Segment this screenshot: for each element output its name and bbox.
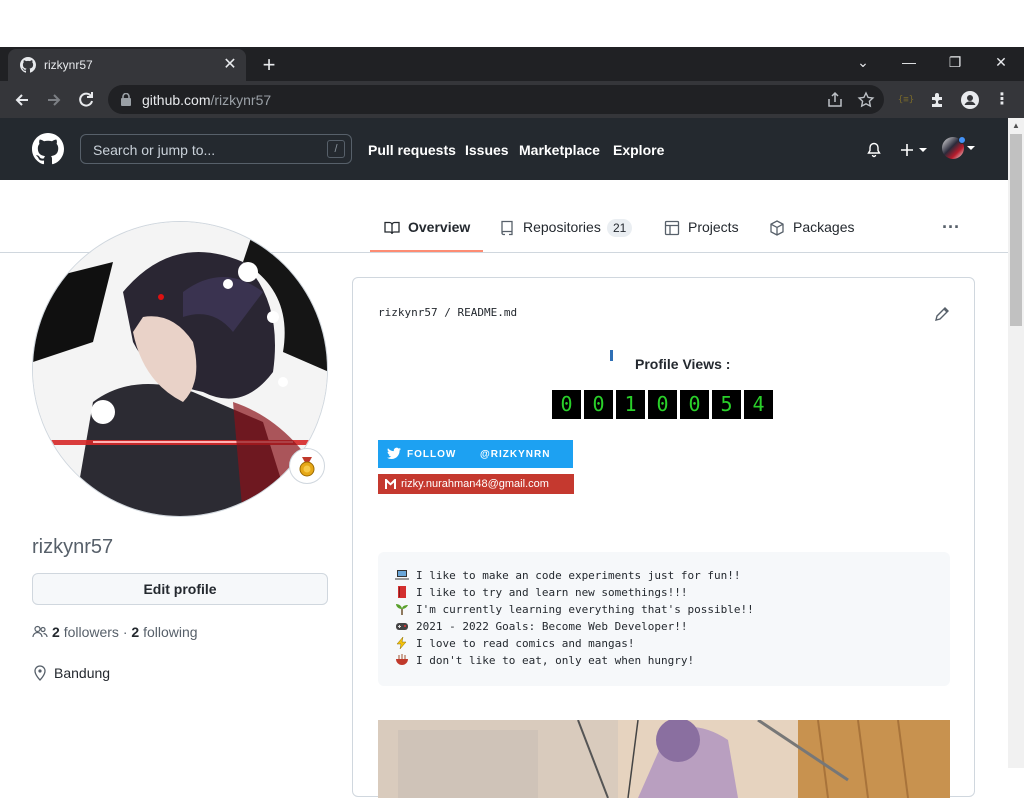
tab-overview-label: Overview	[408, 219, 471, 235]
profile-avatar[interactable]	[32, 221, 328, 517]
twitter-bird-icon	[387, 447, 401, 459]
browser-tab[interactable]: rizkynr57 ✕	[8, 49, 246, 81]
red-book-icon	[398, 586, 406, 598]
github-favicon-icon	[20, 57, 36, 73]
code-line: 2021 - 2022 Goals: Become Web Developer!…	[416, 620, 688, 633]
tab-packages-label: Packages	[793, 219, 855, 235]
readme-banner-image	[378, 720, 950, 798]
counter-digit: 5	[712, 390, 741, 419]
repositories-count-badge: 21	[607, 219, 633, 237]
restore-icon[interactable]: ❐	[932, 47, 978, 77]
chrome-menu-icon[interactable]: ⋮	[992, 90, 1012, 110]
counter-digit: 0	[680, 390, 709, 419]
book-icon	[384, 221, 400, 235]
active-tab-underline	[370, 250, 483, 252]
nav-marketplace[interactable]: Marketplace	[519, 142, 600, 158]
followers-link[interactable]: 2 followers	[52, 624, 119, 640]
url-text: github.com/rizkynr57	[142, 92, 272, 108]
edit-pencil-icon[interactable]	[933, 305, 951, 323]
readme-path-file[interactable]: README.md	[457, 306, 517, 319]
avatar-illustration	[33, 222, 327, 516]
profile-location: Bandung	[32, 665, 110, 681]
status-dot-icon	[958, 136, 966, 144]
nav-explore[interactable]: Explore	[613, 142, 664, 158]
code-line: I love to read comics and mangas!	[416, 637, 635, 650]
code-line: I don't like to eat, only eat when hungr…	[416, 654, 695, 667]
github-logo-icon[interactable]	[32, 133, 64, 165]
tab-title: rizkynr57	[44, 58, 93, 72]
package-icon	[770, 220, 784, 236]
gmail-icon	[385, 479, 396, 489]
about-code-block: I like to make an code experiments just …	[378, 552, 950, 686]
repo-icon	[501, 220, 513, 236]
readme-card: rizkynr57 / README.md Profile Views : 0 …	[352, 277, 975, 798]
profile-views-label: Profile Views :	[635, 356, 731, 372]
readme-path-user[interactable]: rizkynr57	[378, 306, 438, 319]
people-icon	[32, 625, 48, 638]
code-line: I like to try and learn new somethings!!…	[416, 586, 688, 599]
new-tab-icon[interactable]: +	[256, 52, 282, 78]
location-pin-icon	[34, 665, 46, 681]
share-icon[interactable]	[826, 91, 844, 109]
tab-projects-label: Projects	[688, 219, 739, 235]
twitter-follow-badge[interactable]: FOLLOW @RIZKYNRN	[378, 440, 573, 468]
medal-icon	[299, 457, 315, 477]
project-table-icon	[664, 220, 680, 236]
readme-path: rizkynr57 / README.md	[378, 306, 518, 319]
twitter-handle: @RIZKYNRN	[480, 449, 551, 460]
follow-stats: 2 followers · 2 following	[32, 624, 198, 640]
extensions-puzzle-icon[interactable]	[928, 90, 948, 110]
edit-profile-button[interactable]: Edit profile	[32, 573, 328, 605]
tab-repositories-label: Repositories	[523, 219, 601, 235]
notifications-bell-icon[interactable]	[866, 142, 882, 158]
profile-username: rizkynr57	[32, 536, 114, 558]
lightning-icon	[396, 637, 407, 649]
search-shortcut-key: /	[327, 140, 345, 158]
counter-digit: 4	[744, 390, 773, 419]
counter-digit: 0	[584, 390, 613, 419]
screen-top-blank	[0, 0, 1024, 47]
browser-toolbar: github.com/rizkynr57 {≡} ⋮	[0, 81, 1024, 118]
achievement-badge[interactable]	[289, 448, 325, 484]
gmail-badge[interactable]: rizky.nurahman48@gmail.com	[378, 474, 574, 494]
create-new-plus-icon[interactable]	[899, 142, 929, 158]
github-header: Search or jump to... / Pull requests Iss…	[0, 118, 1008, 180]
search-placeholder: Search or jump to...	[93, 142, 216, 158]
nav-pull-requests[interactable]: Pull requests	[368, 142, 456, 158]
laptop-icon	[395, 570, 409, 580]
github-search-input[interactable]: Search or jump to... /	[80, 134, 352, 164]
profile-account-icon[interactable]	[960, 90, 980, 110]
address-bar[interactable]: github.com/rizkynr57	[108, 85, 884, 114]
seedling-icon	[396, 604, 408, 615]
email-address: rizky.nurahman48@gmail.com	[401, 478, 549, 490]
counter-digit: 0	[552, 390, 581, 419]
nav-issues[interactable]: Issues	[465, 142, 509, 158]
tab-search-chevron-icon[interactable]: ⌄	[840, 47, 886, 77]
tab-close-icon[interactable]: ✕	[220, 55, 240, 75]
following-link[interactable]: 2 following	[131, 624, 197, 640]
close-window-icon[interactable]: ✕	[978, 47, 1024, 77]
browser-tabbar: rizkynr57 ✕ + ⌄ — ❐ ✕	[0, 47, 1024, 81]
broken-image-icon	[610, 350, 613, 361]
json-extension-icon[interactable]: {≡}	[896, 90, 916, 110]
scrollbar-thumb[interactable]	[1010, 134, 1022, 326]
counter-digit: 1	[616, 390, 645, 419]
banner-illustration	[378, 720, 950, 798]
twitter-follow-label: FOLLOW	[407, 449, 457, 460]
back-icon[interactable]	[9, 87, 35, 113]
code-line: I like to make an code experiments just …	[416, 569, 741, 582]
lock-icon[interactable]	[120, 93, 132, 106]
minimize-icon[interactable]: —	[886, 47, 932, 77]
game-controller-icon	[396, 623, 408, 630]
reload-icon[interactable]	[73, 87, 99, 113]
more-options-kebab-icon[interactable]: ···	[940, 216, 962, 238]
avatar-dropdown-caret-icon[interactable]	[966, 146, 976, 152]
bookmark-star-icon[interactable]	[857, 91, 875, 109]
scroll-up-arrow-icon[interactable]: ▲	[1008, 118, 1024, 134]
noodle-bowl-icon	[396, 654, 408, 665]
code-line: I'm currently learning everything that's…	[416, 603, 754, 616]
counter-digit: 0	[648, 390, 677, 419]
forward-icon[interactable]	[41, 87, 67, 113]
